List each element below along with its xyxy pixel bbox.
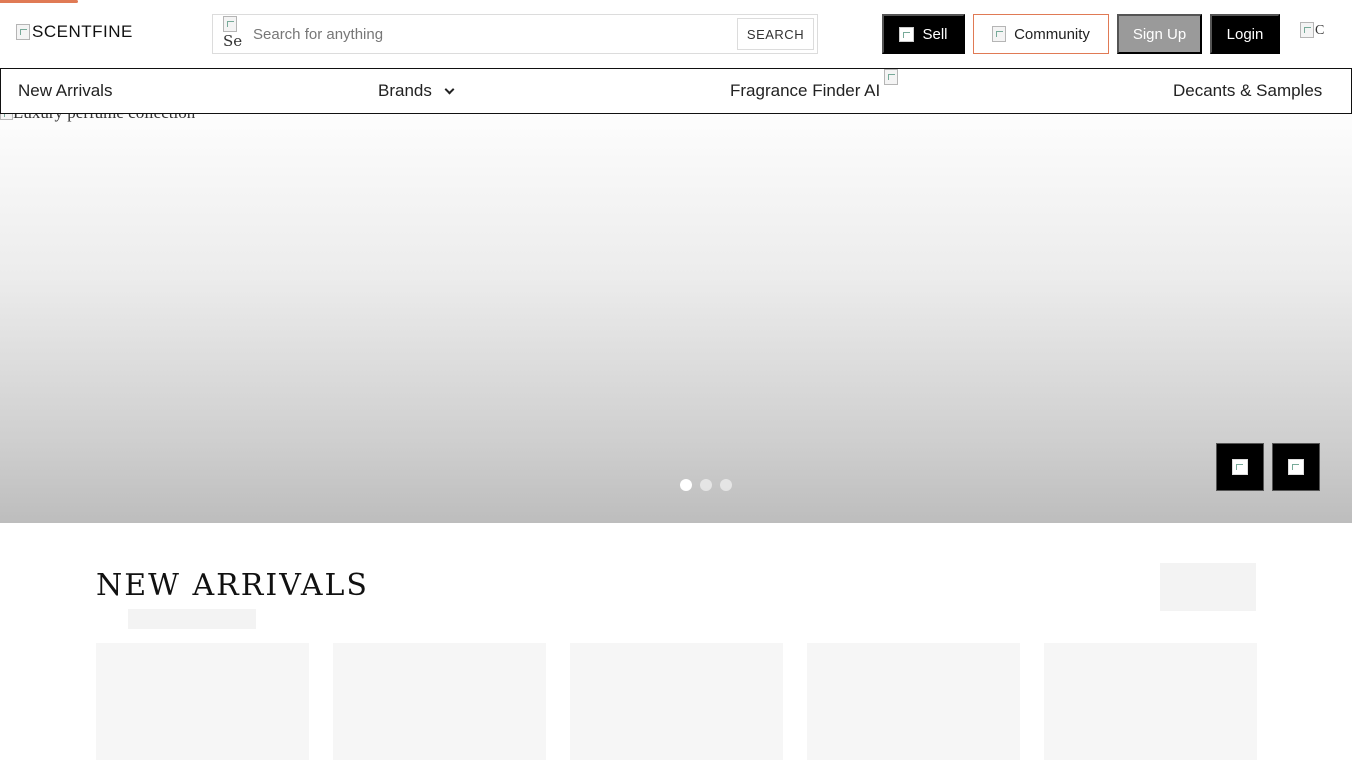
search-button[interactable]: SEARCH xyxy=(737,18,814,50)
nav-item-fragrance-finder-label: Fragrance Finder AI xyxy=(730,81,881,100)
sell-icon xyxy=(899,26,915,42)
nav-item-new-arrivals[interactable]: New Arrivals xyxy=(18,69,112,113)
search-icon: Se xyxy=(223,15,245,53)
new-arrivals-title: NEW ARRIVALS xyxy=(96,568,369,603)
page-loading-progress-bar xyxy=(0,0,78,3)
hero-image-icon xyxy=(0,114,13,120)
search-bar: Se SEARCH xyxy=(212,14,818,54)
nav-item-decants-samples[interactable]: Decants & Samples xyxy=(1173,69,1322,113)
ai-badge-icon xyxy=(884,69,899,85)
chevron-down-icon xyxy=(444,84,455,94)
hero-image: Luxury perfume collection xyxy=(0,114,195,123)
product-card-list xyxy=(96,643,1257,760)
product-card-skeleton xyxy=(333,643,546,760)
hero-image-alt-text: Luxury perfume collection xyxy=(13,114,195,123)
community-button[interactable]: Community xyxy=(973,14,1109,54)
hero-carousel: Luxury perfume collection xyxy=(0,114,1352,523)
sign-up-button[interactable]: Sign Up xyxy=(1117,14,1202,54)
arrow-left-icon xyxy=(1232,459,1248,475)
subtitle-skeleton xyxy=(128,609,256,629)
logo-image-icon xyxy=(16,24,30,40)
carousel-next-button[interactable] xyxy=(1272,443,1320,491)
carousel-prev-button[interactable] xyxy=(1216,443,1264,491)
community-button-label: Community xyxy=(1014,25,1090,43)
carousel-dots xyxy=(680,479,732,491)
search-input[interactable] xyxy=(253,15,733,53)
site-logo[interactable]: SCENTFINE xyxy=(16,22,133,42)
product-card-skeleton xyxy=(807,643,1020,760)
carousel-dot[interactable] xyxy=(680,479,692,491)
product-card-skeleton xyxy=(96,643,309,760)
cart-icon[interactable]: C xyxy=(1300,22,1324,40)
sell-button[interactable]: Sell xyxy=(882,14,965,54)
arrow-right-icon xyxy=(1288,459,1304,475)
community-icon xyxy=(992,26,1007,42)
nav-item-brands[interactable]: Brands xyxy=(378,69,455,113)
product-card-skeleton xyxy=(1044,643,1257,760)
carousel-dot[interactable] xyxy=(720,479,732,491)
site-header: SCENTFINE Se SEARCH Sell Community Sign … xyxy=(0,0,1352,68)
cart-icon-alt-text: C xyxy=(1315,23,1325,38)
product-card-skeleton xyxy=(570,643,783,760)
carousel-dot[interactable] xyxy=(700,479,712,491)
logo-alt-text: SCENTFINE xyxy=(32,22,133,41)
main-navigation: New Arrivals Brands Fragrance Finder AI … xyxy=(0,68,1352,114)
sell-button-label: Sell xyxy=(922,25,948,43)
view-all-skeleton xyxy=(1160,563,1256,611)
search-icon-alt-text: Se xyxy=(223,32,243,50)
nav-item-brands-label: Brands xyxy=(378,81,432,100)
nav-item-fragrance-finder[interactable]: Fragrance Finder AI xyxy=(730,69,899,113)
login-button[interactable]: Login xyxy=(1210,14,1280,54)
